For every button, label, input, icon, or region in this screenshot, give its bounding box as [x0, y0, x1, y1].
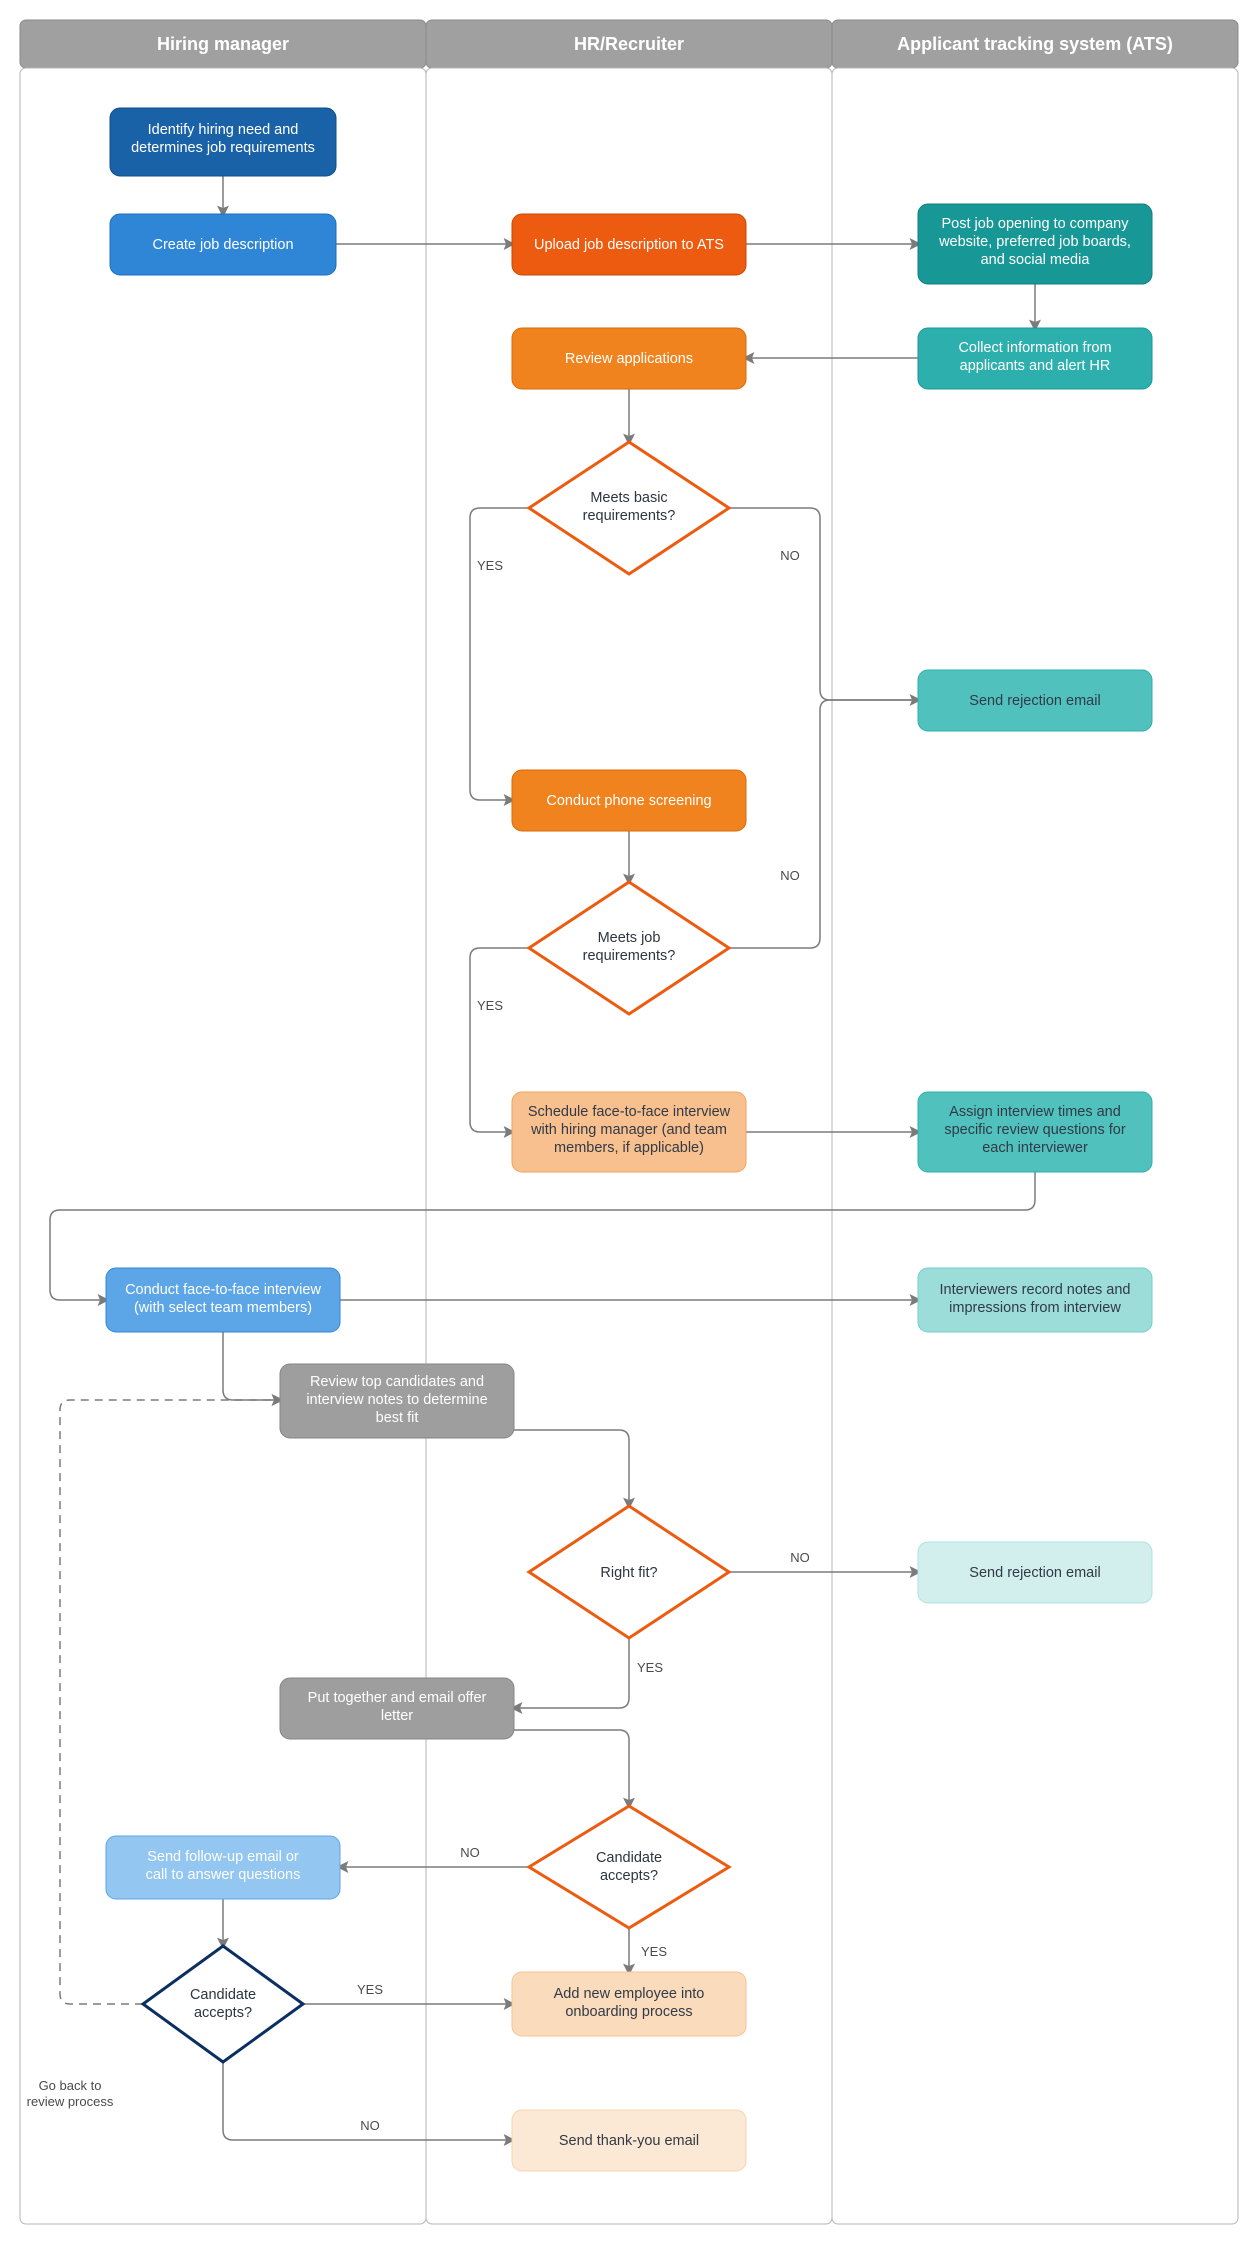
svg-text:Conduct phone screening: Conduct phone screening — [546, 793, 711, 809]
svg-text:Add new employee into: Add new employee into — [554, 1986, 705, 2002]
svg-text:Conduct face-to-face interview: Conduct face-to-face interview — [125, 1282, 321, 1298]
svg-text:Schedule face-to-face intervie: Schedule face-to-face interview — [528, 1104, 731, 1120]
lane-header-label: Applicant tracking system (ATS) — [897, 34, 1173, 54]
svg-text:Review applications: Review applications — [565, 351, 693, 367]
svg-text:Interviewers record notes and: Interviewers record notes and — [939, 1282, 1130, 1298]
svg-text:Send rejection email: Send rejection email — [969, 693, 1100, 709]
edge-label-no: NO — [790, 1550, 810, 1565]
svg-text:Review top candidates and: Review top candidates and — [310, 1374, 484, 1390]
lane-header-hr-recruiter: HR/Recruiter — [426, 20, 832, 68]
node-interviewers-record-notes: Interviewers record notes and impression… — [918, 1268, 1152, 1332]
svg-text:applicants and alert HR: applicants and alert HR — [960, 358, 1111, 374]
svg-text:onboarding process: onboarding process — [565, 2004, 692, 2020]
lane-header-label: Hiring manager — [157, 34, 289, 54]
node-add-new-employee-onboarding: Add new employee into onboarding process — [512, 1972, 746, 2036]
lane-header-ats: Applicant tracking system (ATS) — [832, 20, 1238, 68]
svg-text:requirements?: requirements? — [583, 948, 676, 964]
lane-header-hiring-manager: Hiring manager — [20, 20, 426, 68]
node-put-together-offer-letter: Put together and email offer letter — [280, 1678, 514, 1739]
svg-text:Collect information from: Collect information from — [958, 340, 1111, 356]
svg-text:Send follow-up email or: Send follow-up email or — [147, 1849, 299, 1865]
edge-label-no: NO — [460, 1845, 480, 1860]
svg-text:and social media: and social media — [981, 252, 1091, 268]
edge-label-yes: YES — [477, 998, 503, 1013]
node-conduct-face-to-face-interview: Conduct face-to-face interview (with sel… — [106, 1268, 340, 1332]
svg-text:Assign interview times and: Assign interview times and — [949, 1104, 1121, 1120]
node-create-job-description: Create job description — [110, 214, 336, 275]
svg-text:Identify hiring need and: Identify hiring need and — [148, 122, 299, 138]
node-schedule-interview: Schedule face-to-face interview with hir… — [512, 1092, 746, 1172]
svg-text:best fit: best fit — [376, 1410, 419, 1426]
svg-text:with hiring manager (and team: with hiring manager (and team — [530, 1122, 727, 1138]
edge-label-no: NO — [360, 2118, 380, 2133]
svg-text:members, if applicable): members, if applicable) — [554, 1140, 704, 1156]
edge-label-no: NO — [780, 868, 800, 883]
svg-text:Candidate: Candidate — [596, 1850, 662, 1866]
svg-text:requirements?: requirements? — [583, 508, 676, 524]
flowchart-diagram: Hiring manager HR/Recruiter Applicant tr… — [0, 0, 1258, 2244]
node-assign-interview-times: Assign interview times and specific revi… — [918, 1092, 1152, 1172]
svg-text:each interviewer: each interviewer — [982, 1140, 1088, 1156]
node-send-rejection-email-2: Send rejection email — [918, 1542, 1152, 1603]
svg-text:impressions from interview: impressions from interview — [949, 1300, 1121, 1316]
node-identify-hiring-need: Identify hiring need and determines job … — [110, 108, 336, 176]
svg-text:Upload job description to ATS: Upload job description to ATS — [534, 237, 724, 253]
svg-text:Send thank-you email: Send thank-you email — [559, 2133, 699, 2149]
svg-text:Send rejection email: Send rejection email — [969, 1565, 1100, 1581]
node-send-follow-up-email: Send follow-up email or call to answer q… — [106, 1836, 340, 1899]
node-review-top-candidates: Review top candidates and interview note… — [280, 1364, 514, 1438]
svg-text:Create job description: Create job description — [152, 237, 293, 253]
node-send-rejection-email-1: Send rejection email — [918, 670, 1152, 731]
edge-label-no: NO — [780, 548, 800, 563]
edge-label-yes: YES — [357, 1982, 383, 1997]
edge-label-yes: YES — [477, 558, 503, 573]
svg-text:determines job requirements: determines job requirements — [131, 140, 315, 156]
svg-text:Candidate: Candidate — [190, 1987, 256, 2003]
node-send-thank-you-email: Send thank-you email — [512, 2110, 746, 2171]
node-upload-job-description: Upload job description to ATS — [512, 214, 746, 275]
node-review-applications: Review applications — [512, 328, 746, 389]
svg-text:letter: letter — [381, 1708, 413, 1724]
edge-label-yes: YES — [637, 1660, 663, 1675]
svg-text:call to answer questions: call to answer questions — [146, 1867, 301, 1883]
svg-text:Post job opening to company: Post job opening to company — [941, 216, 1129, 232]
svg-text:interview notes to determine: interview notes to determine — [306, 1392, 487, 1408]
svg-text:specific review questions for: specific review questions for — [944, 1122, 1125, 1138]
svg-text:Put together and email offer: Put together and email offer — [308, 1690, 487, 1706]
edge-label-yes: YES — [641, 1944, 667, 1959]
lane-header-label: HR/Recruiter — [574, 34, 684, 54]
node-conduct-phone-screening: Conduct phone screening — [512, 770, 746, 831]
node-post-job-opening: Post job opening to company website, pre… — [918, 204, 1152, 284]
svg-text:(with select team members): (with select team members) — [134, 1300, 312, 1316]
node-collect-information: Collect information from applicants and … — [918, 328, 1152, 389]
edge-label-goback-2: review process — [27, 2094, 114, 2109]
edge-label-goback-1: Go back to — [39, 2078, 102, 2093]
svg-text:Meets basic: Meets basic — [590, 490, 667, 506]
svg-text:accepts?: accepts? — [194, 2005, 252, 2021]
svg-text:Right fit?: Right fit? — [600, 1565, 657, 1581]
svg-text:accepts?: accepts? — [600, 1868, 658, 1884]
svg-text:website, preferred job boards,: website, preferred job boards, — [938, 234, 1131, 250]
svg-text:Meets job: Meets job — [598, 930, 661, 946]
